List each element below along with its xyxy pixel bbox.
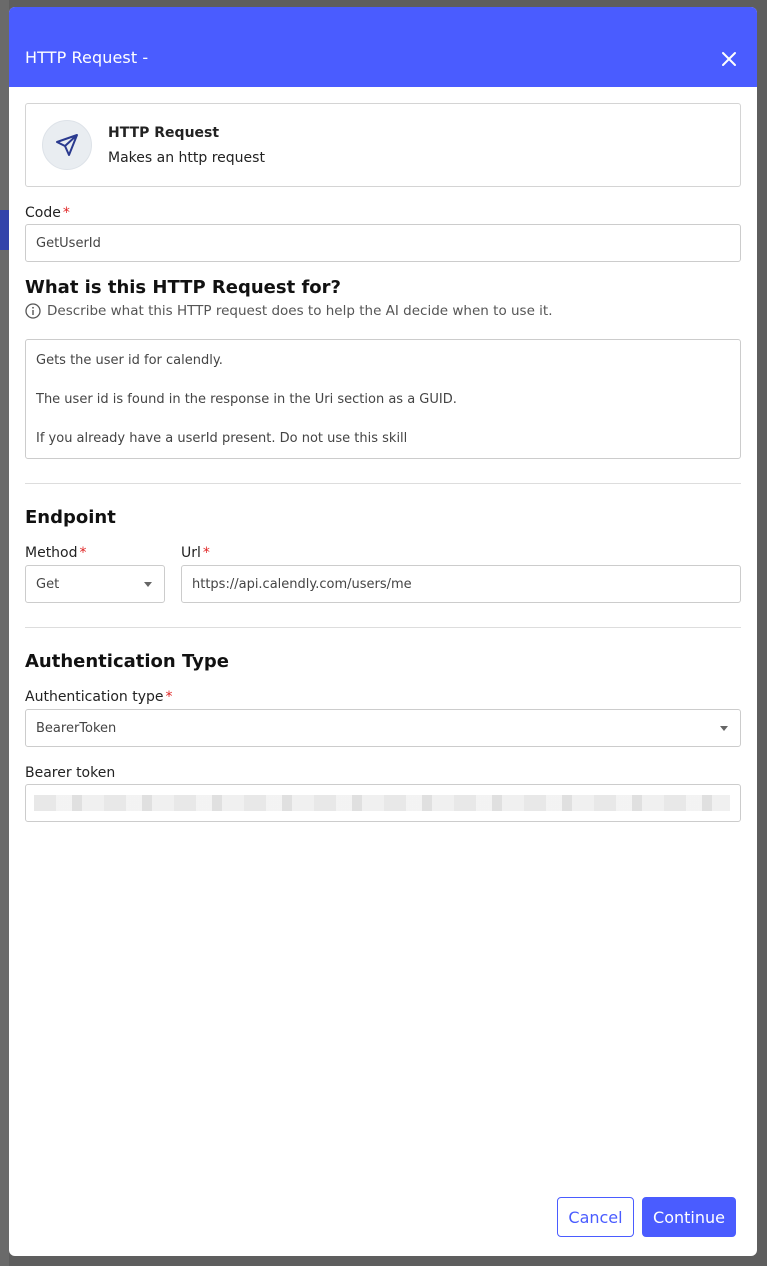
required-mark: * [62,205,70,221]
required-mark: * [165,689,173,705]
method-label: Method * [25,545,87,561]
redacted-token-value [34,795,730,811]
info-title: HTTP Request [108,125,220,141]
divider [25,483,741,484]
url-label: Url * [181,545,210,561]
endpoint-heading: Endpoint [25,507,116,528]
method-select-value: Get [36,576,60,592]
purpose-heading: What is this HTTP Request for? [25,277,341,298]
info-description: Makes an http request [108,150,265,166]
purpose-line: Gets the user id for calendly. [36,353,223,368]
purpose-line [36,371,730,391]
http-request-dialog: HTTP Request - HTTP Request Makes an htt… [9,7,757,1256]
backdrop-accent [0,210,9,250]
purpose-line: If you already have a userId present. Do… [36,431,408,446]
method-select[interactable]: Get [25,565,165,603]
bearer-token-input[interactable] [25,784,741,822]
divider [25,627,741,628]
auth-type-select[interactable]: BearerToken [25,709,741,747]
paper-plane-icon [56,134,78,156]
chevron-down-icon [144,582,152,587]
purpose-line: The user id is found in the response in … [36,392,457,407]
purpose-textarea[interactable]: Gets the user id for calendly. The user … [25,339,741,459]
continue-button[interactable]: Continue [642,1197,736,1237]
purpose-hint: Describe what this HTTP request does to … [25,303,553,319]
info-icon-wrap [42,120,92,170]
info-circle-icon [25,303,41,319]
code-input[interactable]: GetUserId [25,224,741,262]
close-icon[interactable] [720,50,738,68]
code-input-value: GetUserId [36,235,101,251]
purpose-hint-text: Describe what this HTTP request does to … [47,303,553,319]
url-input[interactable]: https://api.calendly.com/users/me [181,565,741,603]
info-card: HTTP Request Makes an http request [25,103,741,187]
dialog-title: HTTP Request - [25,48,149,67]
required-mark: * [79,545,87,561]
auth-heading: Authentication Type [25,651,229,672]
backdrop [0,0,9,1266]
code-label: Code * [25,205,70,221]
url-input-value: https://api.calendly.com/users/me [192,576,412,592]
auth-type-label: Authentication type * [25,689,173,705]
chevron-down-icon [720,726,728,731]
auth-type-select-value: BearerToken [36,720,117,736]
purpose-line [36,410,730,430]
required-mark: * [202,545,210,561]
bearer-token-label: Bearer token [25,765,116,781]
cancel-button[interactable]: Cancel [557,1197,634,1237]
dialog-header: HTTP Request - [9,7,757,87]
